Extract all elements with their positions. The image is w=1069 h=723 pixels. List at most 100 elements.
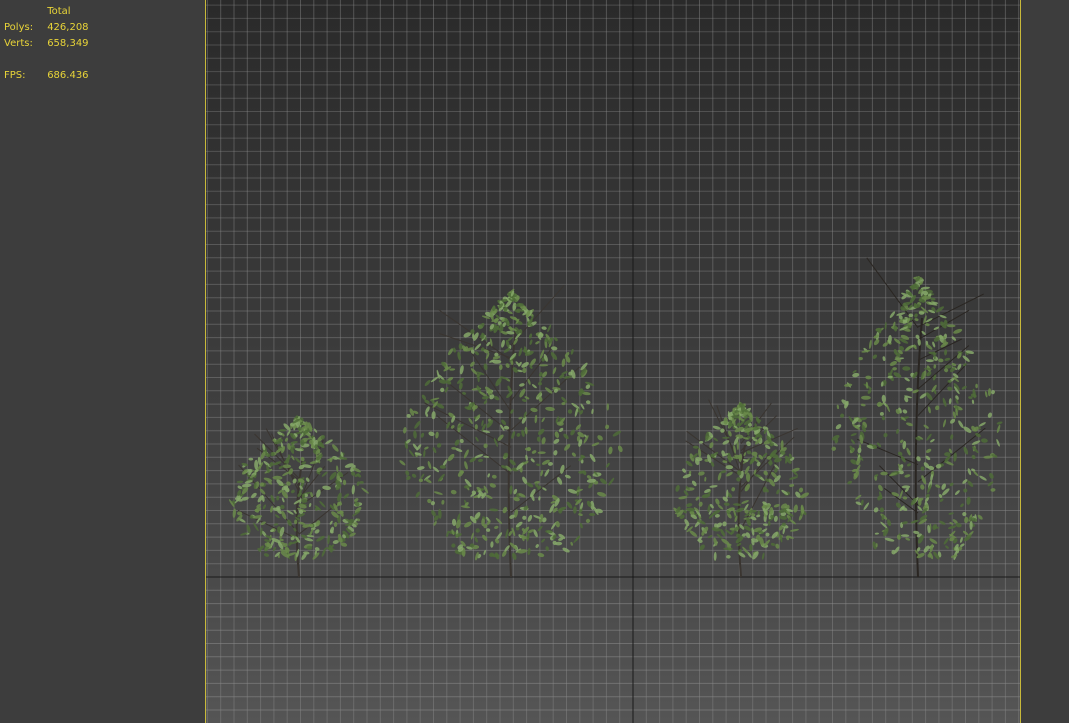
tree-leaf xyxy=(333,522,338,527)
stats-polys-label: Polys: xyxy=(4,22,34,33)
tree-leaf xyxy=(550,351,558,361)
stats-verts-value: 658,349 xyxy=(47,38,89,49)
tree-model-1[interactable] xyxy=(228,415,369,578)
tree-leaf xyxy=(925,448,932,454)
tree-leaf xyxy=(597,435,603,441)
tree-leaf xyxy=(418,478,423,483)
tree-leaf xyxy=(589,512,596,517)
tree-leaf xyxy=(978,422,986,427)
tree-leaf xyxy=(950,434,954,440)
tree-leaf xyxy=(495,377,502,387)
tree-leaf xyxy=(446,421,451,429)
tree-leaf xyxy=(907,463,911,467)
tree-leaf xyxy=(424,379,431,387)
tree-leaf xyxy=(973,470,979,477)
tree-leaf xyxy=(939,498,944,502)
tree-leaf xyxy=(723,502,730,506)
3d-viewport[interactable] xyxy=(205,0,1021,723)
tree-leaf xyxy=(425,412,429,417)
tree-leaf xyxy=(291,455,295,461)
tree-leaf xyxy=(932,341,936,348)
tree-leaf xyxy=(800,492,809,499)
right-gutter xyxy=(1021,0,1069,723)
tree-leaf xyxy=(761,552,765,560)
tree-leaf xyxy=(959,537,963,543)
tree-leaf xyxy=(975,432,981,438)
tree-leaf xyxy=(547,324,552,333)
tree-leaf xyxy=(342,479,347,486)
tree-leaf xyxy=(274,551,281,558)
stats-fps-row: FPS: 686.436 xyxy=(4,68,89,84)
tree-leaf xyxy=(773,515,778,522)
tree-leaf xyxy=(284,437,289,442)
tree-leaf xyxy=(770,542,776,546)
tree-leaf xyxy=(478,458,483,463)
tree-leaf xyxy=(873,507,879,513)
tree-leaf xyxy=(561,371,568,375)
tree-leaf xyxy=(963,426,972,433)
stats-fps-label: FPS: xyxy=(4,70,26,81)
tree-leaf xyxy=(969,520,973,530)
tree-leaf xyxy=(962,355,970,362)
tree-leaf xyxy=(361,487,369,494)
tree-leaf xyxy=(490,541,494,548)
tree-leaf xyxy=(887,519,892,527)
tree-leaf xyxy=(901,485,911,489)
tree-leaf xyxy=(512,552,517,560)
tree-leaf xyxy=(902,366,911,371)
tree-leaf xyxy=(930,439,935,443)
tree-leaf xyxy=(835,424,842,430)
tree-leaf xyxy=(530,458,535,463)
tree-leaf xyxy=(923,424,929,429)
tree-leaf xyxy=(698,501,703,507)
tree-leaf xyxy=(305,477,310,482)
tree-leaf xyxy=(726,554,731,559)
tree-leaf xyxy=(564,474,571,479)
stats-verts-label: Verts: xyxy=(4,38,33,49)
tree-leaf xyxy=(251,492,257,499)
tree-leaf xyxy=(291,489,295,494)
tree-leaf xyxy=(715,498,720,505)
tree-leaf xyxy=(475,528,480,533)
tree-leaf xyxy=(457,351,461,361)
tree-leaf xyxy=(927,406,931,414)
tree-leaf xyxy=(403,427,407,434)
tree-leaf xyxy=(573,506,577,514)
tree-leaf xyxy=(979,475,987,481)
tree-leaf xyxy=(861,395,871,400)
tree-leaf xyxy=(570,348,574,355)
tree-leaf xyxy=(709,485,718,488)
tree-leaf xyxy=(781,522,786,527)
tree-leaf xyxy=(528,333,533,339)
tree-leaf xyxy=(274,514,280,519)
tree-leaf xyxy=(492,359,502,364)
tree-leaf xyxy=(953,328,963,334)
tree-leaf xyxy=(248,457,254,461)
tree-leaf xyxy=(474,343,482,351)
tree-leaf xyxy=(857,447,862,454)
tree-leaf xyxy=(522,367,527,374)
tree-leaf xyxy=(990,488,996,492)
tree-leaf xyxy=(836,404,840,410)
tree-leaf xyxy=(567,488,578,494)
viewport-canvas[interactable] xyxy=(206,0,1020,723)
tree-leaf xyxy=(406,475,411,481)
tree-leaf xyxy=(756,514,761,518)
tree-leaf xyxy=(440,387,445,393)
tree-leaf xyxy=(879,507,885,513)
tree-leaf xyxy=(262,504,267,510)
tree-leaf xyxy=(883,527,889,537)
tree-leaf xyxy=(608,477,615,486)
tree-leaf xyxy=(717,472,722,481)
tree-leaf xyxy=(793,504,798,513)
tree-leaf xyxy=(865,375,872,380)
tree-leaf xyxy=(301,498,308,503)
tree-leaf xyxy=(551,346,558,351)
tree-leaf xyxy=(789,476,799,480)
tree-leaf xyxy=(319,500,326,508)
tree-leaf xyxy=(958,420,964,429)
tree-leaf xyxy=(552,367,557,375)
tree-leaf xyxy=(605,424,610,430)
tree-leaf xyxy=(948,512,954,515)
tree-leaf xyxy=(416,466,425,471)
